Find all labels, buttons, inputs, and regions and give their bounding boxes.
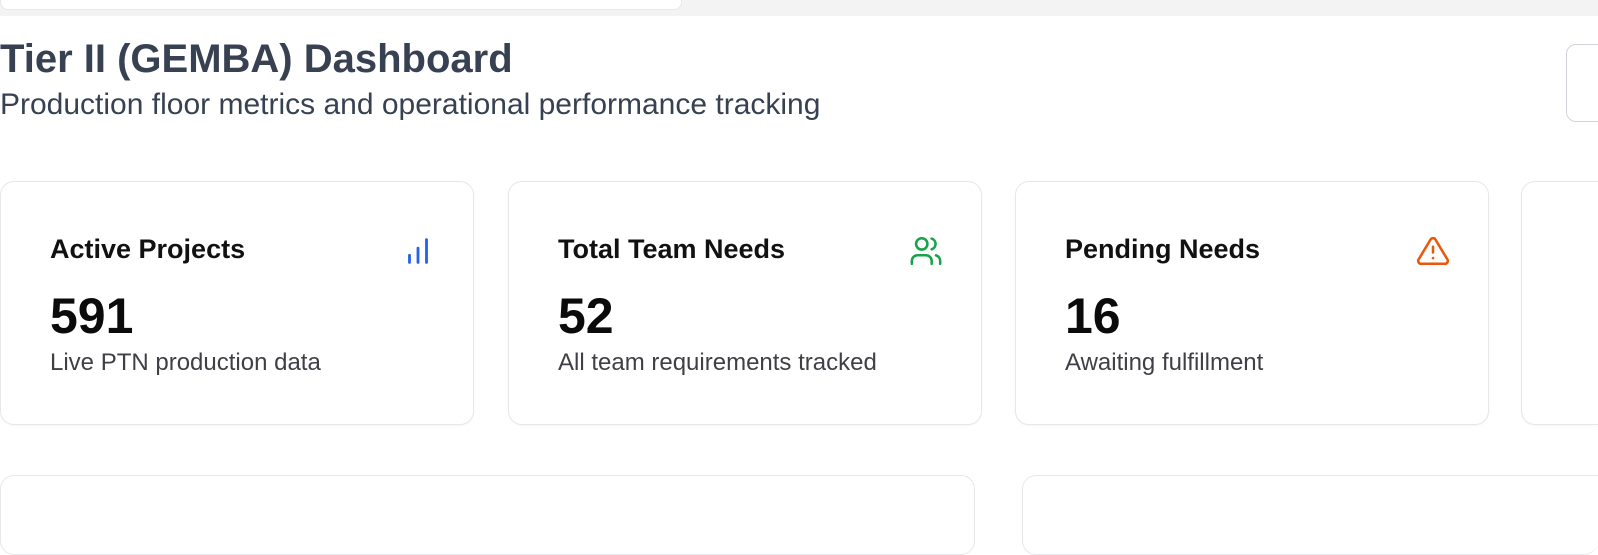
stat-card-value: 52 [558, 288, 614, 344]
users-icon [909, 234, 943, 268]
warning-triangle-icon [1416, 234, 1450, 268]
stat-card-total-team-needs: Total Team Needs 52 All team requirement… [508, 181, 982, 425]
stat-card-description: All team requirements tracked [558, 349, 877, 376]
page-title: Tier II (GEMBA) Dashboard [0, 37, 513, 81]
stat-card-title: Pending Needs [1065, 234, 1261, 264]
header-action-button[interactable] [1566, 44, 1598, 122]
stat-card-description: Awaiting fulfillment [1065, 349, 1264, 376]
stat-card-partial [1521, 181, 1598, 425]
stat-card-value: 16 [1065, 288, 1121, 344]
top-search-box[interactable] [0, 0, 682, 10]
stat-card-pending-needs: Pending Needs 16 Awaiting fulfillment [1015, 181, 1489, 425]
bottom-panel-right [1022, 475, 1598, 555]
stat-card-description: Live PTN production data [50, 349, 321, 376]
page-subtitle: Production floor metrics and operational… [0, 88, 821, 121]
stat-card-value: 591 [50, 288, 134, 344]
bottom-panel-left [0, 475, 975, 555]
page-header: Tier II (GEMBA) Dashboard Production flo… [0, 34, 820, 124]
top-bar [0, 0, 1598, 16]
stat-card-title: Total Team Needs [558, 234, 786, 264]
bar-chart-icon [401, 234, 435, 268]
stat-card-title: Active Projects [50, 234, 246, 264]
stat-card-active-projects: Active Projects 591 Live PTN production … [0, 181, 474, 425]
